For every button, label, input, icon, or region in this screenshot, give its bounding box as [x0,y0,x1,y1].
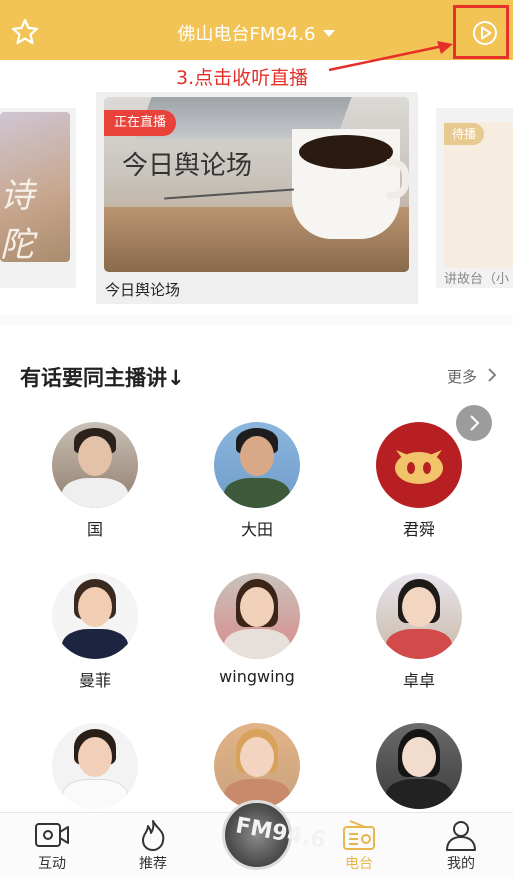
tab-label: 电台 [345,856,373,872]
host-name: 大田 [240,520,273,539]
play-button-highlight [453,5,509,59]
program-logo-text: 今日舆论场 [122,151,253,181]
avatar [376,422,462,508]
host-item[interactable] [45,723,145,817]
avatar [52,573,138,659]
host-name: 国 [86,520,103,539]
avatar-body [62,478,128,508]
annotation-arrow-icon [328,41,453,72]
host-item[interactable] [369,723,469,817]
avatar-face [402,587,436,627]
radio-logo-button[interactable]: FM94.6 [222,800,328,870]
host-item[interactable]: 大田 [207,422,307,540]
avatar [214,573,300,659]
avatar [52,723,138,809]
tab-label: 推荐 [139,856,167,872]
avatar-body [386,629,452,659]
tab-radio[interactable]: 电台 [319,813,399,879]
avatar-body [224,629,290,659]
avatar [376,723,462,809]
avatar-face [402,737,436,777]
avatar-body [62,779,128,809]
annotation-text: 3.点击收听直播 [176,67,309,89]
host-item[interactable]: 曼菲 [45,573,145,691]
coffee-cup-graphic [292,129,409,239]
host-item[interactable]: 君舜 [369,422,469,540]
coffee-graphic [299,135,393,169]
host-item[interactable]: 国 [45,422,145,540]
radio-icon [343,820,375,850]
program-caption: 讲故台（小 [444,272,510,287]
station-title[interactable]: 佛山电台FM94.6 [178,24,316,45]
avatar-face [78,436,112,476]
more-link[interactable]: 更多 [447,366,477,387]
avatar-face [78,587,112,627]
host-name: 曼菲 [78,671,111,690]
section-title: 有话要同主播讲↓ [20,366,185,390]
video-camera-icon [35,823,69,847]
caret-down-icon[interactable] [323,29,336,37]
section-divider [0,315,513,325]
avatar [376,573,462,659]
program-caption: 今日舆论场 [105,281,181,299]
avatar-face [240,436,274,476]
user-icon [446,821,476,851]
chevron-right-icon[interactable] [486,367,498,383]
avatar-face [78,737,112,777]
tab-recommend[interactable]: 推荐 [113,813,193,879]
upcoming-badge: 待播 [444,123,485,145]
host-name: 卓卓 [402,671,435,690]
avatar [214,723,300,809]
avatar-face [240,587,274,627]
program-art-text: 诗 陀 [0,176,34,265]
avatar-body [386,779,452,809]
avatar [52,422,138,508]
live-badge: 正在直播 [104,110,177,136]
avatar-body [62,629,128,659]
pig-icon [395,450,443,484]
book-graphic [164,188,294,200]
avatar-body [224,478,290,508]
program-card-left[interactable]: 诗 陀 [0,108,76,288]
host-item[interactable]: 卓卓 [369,573,469,691]
flame-icon [142,820,165,851]
tab-interact[interactable]: 互动 [12,813,92,879]
host-name: wingwing [219,667,295,686]
tab-label: 互动 [38,856,66,872]
cup-handle-graphic [387,159,409,199]
tab-label: 我的 [447,856,475,872]
host-name: 君舜 [402,520,435,539]
avatar [214,422,300,508]
tab-me[interactable]: 我的 [421,813,501,879]
host-item[interactable]: wingwing [207,573,307,686]
avatar-face [240,737,274,777]
